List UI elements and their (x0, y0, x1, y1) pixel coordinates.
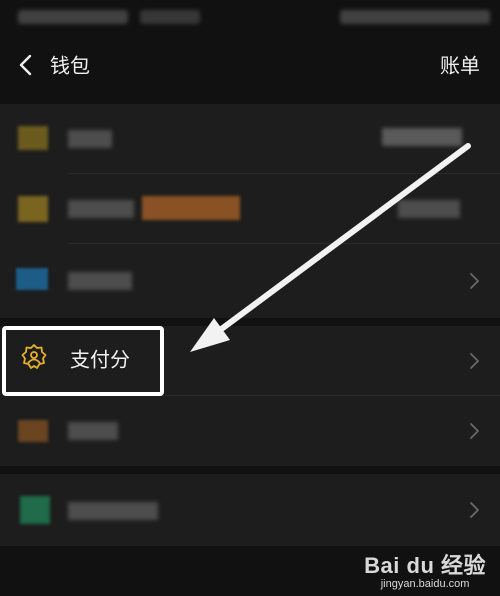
nav-bar: 钱包 账单 (0, 34, 500, 98)
wallet-item-icon (18, 420, 48, 442)
wallet-item[interactable] (0, 396, 500, 466)
watermark-logo: Bai du 经验 (364, 553, 486, 578)
wallet-item-icon (18, 196, 48, 222)
baidu-watermark: Bai du 经验 jingyan.baidu.com (364, 548, 486, 590)
wallet-item-icon (18, 126, 48, 150)
chevron-right-icon (470, 502, 479, 518)
wallet-item[interactable] (0, 104, 500, 174)
highlight-box (2, 326, 164, 396)
page-title: 钱包 (50, 53, 90, 78)
wallet-section-3 (0, 474, 500, 546)
status-bar (0, 0, 500, 34)
watermark-url: jingyan.baidu.com (380, 578, 470, 590)
chevron-right-icon (470, 353, 479, 369)
chevron-right-icon (470, 423, 479, 439)
chevron-left-icon[interactable] (14, 50, 38, 80)
wallet-item[interactable] (0, 244, 500, 318)
chevron-right-icon (470, 273, 479, 289)
wallet-item-icon (20, 496, 50, 524)
promo-badge (142, 196, 240, 220)
wallet-item[interactable] (0, 174, 500, 244)
wallet-item-icon (16, 268, 48, 290)
wallet-item[interactable] (0, 474, 500, 546)
wallet-section-1 (0, 104, 500, 318)
bill-button[interactable]: 账单 (440, 50, 480, 79)
